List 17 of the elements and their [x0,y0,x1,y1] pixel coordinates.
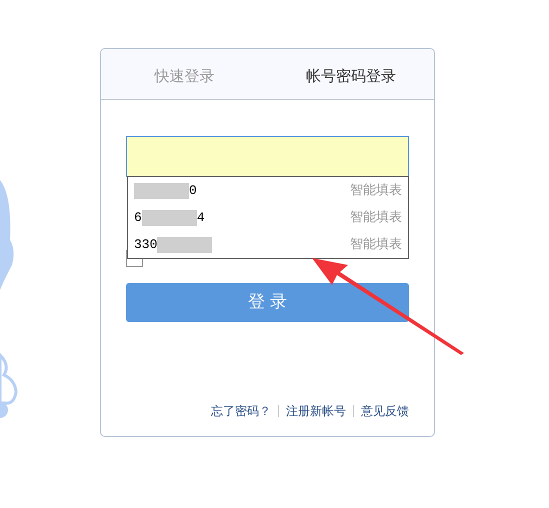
login-button[interactable]: 登 录 [126,283,409,322]
account-text: 4 [196,208,205,227]
tab[interactable]: 帐号密码登录 [268,49,434,99]
tab[interactable]: 快速登录 [101,49,268,99]
account-text: 330 [134,236,158,254]
blurred-text [134,182,189,198]
footer-link[interactable]: 意见反馈 [361,402,409,420]
footer-link[interactable]: 注册新帐号 [286,402,346,420]
account-text: 6 [134,208,142,227]
username-field[interactable] [126,136,409,177]
autofill-link[interactable]: 智能填表 [350,180,402,200]
blurred-text [157,236,212,252]
footer-link[interactable]: 忘了密码？ [211,402,271,420]
autofill-link[interactable]: 智能填表 [350,234,402,254]
blurred-text [142,210,197,226]
autofill-link[interactable]: 智能填表 [350,208,402,228]
account-text: 0 [189,182,197,200]
